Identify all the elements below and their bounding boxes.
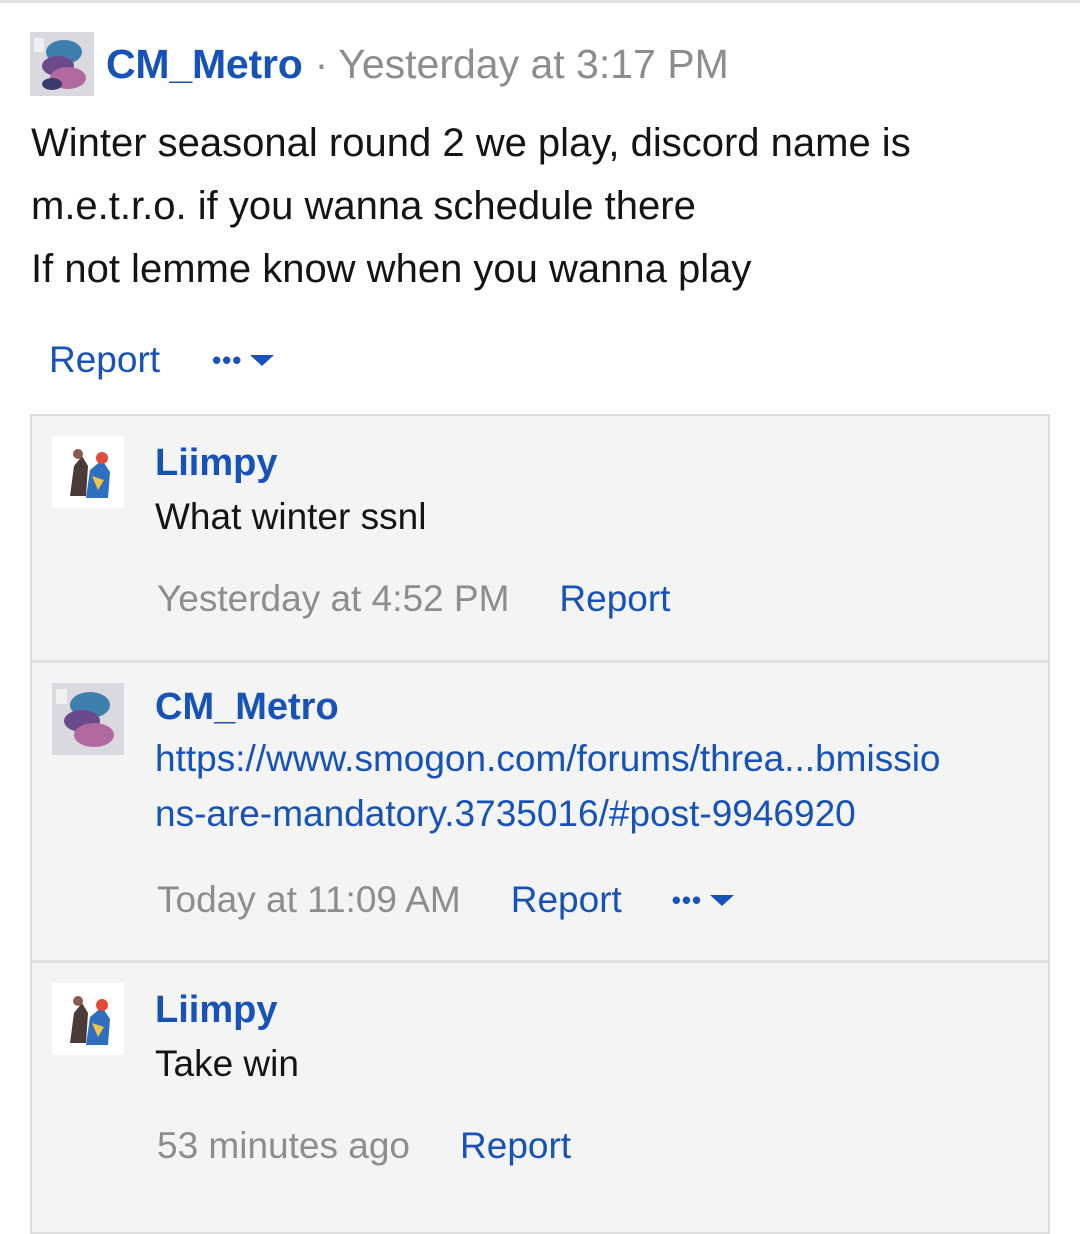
chevron-down-icon — [250, 354, 275, 366]
comments-list: Liimpy What winter ssnl Yesterday at 4:5… — [30, 414, 1050, 1234]
report-button[interactable]: Report — [559, 578, 670, 620]
comment-author-avatar[interactable] — [52, 436, 124, 508]
comment-meta: Today at 11:09 AM Report ••• — [157, 879, 735, 921]
avatar-icon — [52, 683, 124, 755]
comment-author-avatar[interactable] — [52, 683, 124, 755]
comment-author-name[interactable]: Liimpy — [155, 442, 277, 485]
post-author-name[interactable]: CM_Metro — [106, 41, 303, 88]
comment-text: Take win — [155, 1043, 299, 1084]
more-options-button[interactable]: ••• — [671, 885, 735, 915]
post-header: CM_Metro · Yesterday at 3:17 PM — [30, 32, 729, 96]
chevron-down-icon — [710, 894, 735, 906]
comment-text: What winter ssnl — [155, 496, 427, 537]
post-timestamp[interactable]: Yesterday at 3:17 PM — [338, 41, 729, 88]
post-body-line: m.e.t.r.o. if you wanna schedule there — [31, 184, 696, 228]
comment-author-name[interactable]: CM_Metro — [155, 686, 339, 729]
comment-link-line[interactable]: ns-are-mandatory.3735016/#post-9946920 — [155, 786, 1035, 841]
post-author-avatar[interactable] — [30, 32, 94, 96]
avatar-icon — [52, 436, 124, 508]
more-dots-icon: ••• — [671, 885, 703, 915]
avatar-icon — [30, 32, 94, 96]
post-body-line: If not lemme know when you wanna play — [31, 247, 752, 291]
post-body: Winter seasonal round 2 we play, discord… — [31, 112, 1051, 301]
comment-author-name[interactable]: Liimpy — [155, 989, 277, 1032]
separator-dot: · — [314, 40, 329, 87]
post-body-line: Winter seasonal round 2 we play, discord… — [31, 121, 911, 165]
top-divider — [0, 0, 1080, 3]
avatar-icon — [52, 983, 124, 1055]
comment-meta: Yesterday at 4:52 PM Report — [157, 578, 670, 620]
comment-item: Liimpy Take win 53 minutes ago Report — [32, 960, 1048, 1208]
comment-link[interactable]: https://www.smogon.com/forums/threa...bm… — [155, 731, 1035, 841]
report-button[interactable]: Report — [49, 339, 160, 381]
post-actions: Report ••• — [49, 330, 275, 390]
more-dots-icon: ••• — [212, 345, 243, 375]
report-button[interactable]: Report — [460, 1125, 571, 1167]
comment-item: CM_Metro https://www.smogon.com/forums/t… — [32, 660, 1048, 963]
comment-meta: 53 minutes ago Report — [157, 1125, 571, 1167]
comment-timestamp[interactable]: Yesterday at 4:52 PM — [157, 578, 509, 620]
comment-timestamp[interactable]: Today at 11:09 AM — [157, 879, 461, 921]
report-button[interactable]: Report — [511, 879, 622, 921]
more-options-button[interactable]: ••• — [212, 345, 275, 375]
comment-link-line[interactable]: https://www.smogon.com/forums/threa...bm… — [155, 731, 1035, 786]
comment-timestamp[interactable]: 53 minutes ago — [157, 1125, 410, 1167]
comment-author-avatar[interactable] — [52, 983, 124, 1055]
comment-item: Liimpy What winter ssnl Yesterday at 4:5… — [32, 416, 1048, 660]
